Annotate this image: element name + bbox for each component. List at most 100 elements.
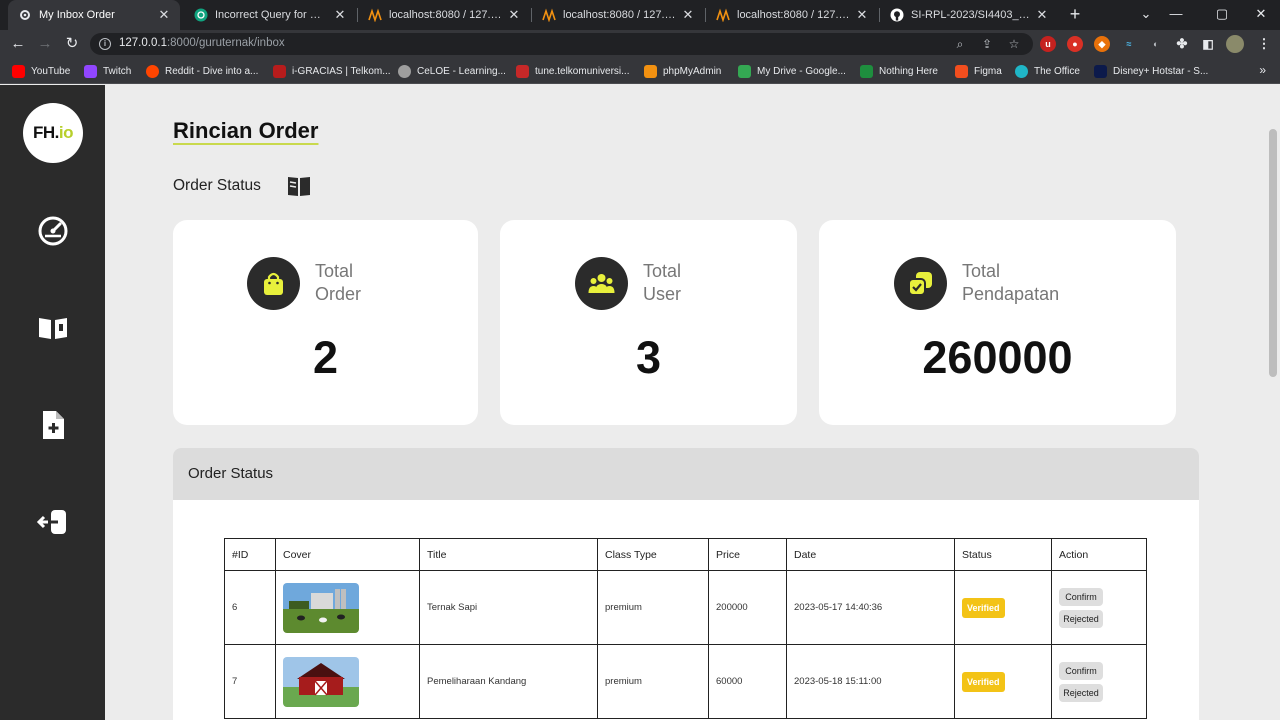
gear-favicon-icon <box>20 10 30 20</box>
bookmark-label: Nothing Here <box>879 65 938 77</box>
back-arrow-icon[interactable]: ← <box>8 34 28 54</box>
card-label: Total User <box>643 260 681 306</box>
browser-tab-phpmyadmin-3[interactable]: localhost:8080 / 127.0.0.1 / ✕ <box>706 0 878 30</box>
telkom-icon <box>516 64 529 78</box>
phpmyadmin-favicon-icon <box>368 8 382 22</box>
status-badge: Verified <box>962 671 1005 692</box>
add-file-icon[interactable] <box>36 408 70 442</box>
browser-tab-phpmyadmin-1[interactable]: localhost:8080 / 127.0.0.1 / ✕ <box>358 0 530 30</box>
profile-avatar-icon[interactable] <box>1226 35 1244 53</box>
status-badge: Verified <box>962 597 1005 618</box>
book-icon[interactable] <box>286 173 312 199</box>
bookmark-the-office[interactable]: The Office <box>1015 63 1080 79</box>
bookmark-star-icon[interactable]: ☆ <box>1006 36 1022 52</box>
confirm-button[interactable]: Confirm <box>1059 661 1103 680</box>
bookmark-label: Disney+ Hotstar - S... <box>1113 65 1209 77</box>
browser-toolbar: ← → ↻ i 127.0.0.1:8000/guruternak/inbox … <box>0 30 1280 58</box>
reddit-icon <box>146 64 159 78</box>
new-tab-plus-icon[interactable]: + <box>1066 5 1084 23</box>
url-path: :8000/guruternak/inbox <box>166 37 285 49</box>
tab-search-chevron-icon[interactable]: ⌄ <box>1136 4 1156 24</box>
bookmark-disney-hotstar[interactable]: Disney+ Hotstar - S... <box>1094 63 1208 79</box>
reader-extension-icon[interactable]: ◐ <box>1148 36 1164 52</box>
share-icon[interactable]: ⇪ <box>979 36 995 52</box>
total-pendapatan-value: 260000 <box>922 332 1073 383</box>
window-close-icon[interactable]: ✕ <box>1251 4 1271 24</box>
close-icon[interactable]: ✕ <box>334 7 346 23</box>
ublock-extension-icon[interactable]: u <box>1040 36 1056 52</box>
close-icon[interactable]: ✕ <box>856 7 868 23</box>
sheets-icon <box>860 64 873 78</box>
logout-icon[interactable] <box>36 505 70 539</box>
bookmark-igracias[interactable]: i-GRACIAS | Telkom... <box>273 63 391 79</box>
confirm-button[interactable]: Confirm <box>1059 587 1103 606</box>
address-bar[interactable]: i 127.0.0.1:8000/guruternak/inbox ⌕ ⇪ ☆ <box>90 33 1033 55</box>
bookmarks-overflow-icon[interactable]: » <box>1259 63 1266 77</box>
shield-extension-icon[interactable]: ● <box>1067 36 1083 52</box>
bookmark-celoe[interactable]: CeLOE - Learning... <box>398 63 506 79</box>
bookmark-label: Reddit - Dive into a... <box>165 65 259 77</box>
reload-icon[interactable]: ↻ <box>62 34 82 54</box>
cell-id: 6 <box>224 570 276 645</box>
bookmark-figma[interactable]: Figma <box>955 63 1002 79</box>
cell-date: 2023-05-17 14:40:36 <box>786 570 955 645</box>
zoom-search-icon[interactable]: ⌕ <box>952 36 968 52</box>
bookmark-label: Twitch <box>103 65 132 77</box>
cows-farm-cover-image <box>283 582 359 633</box>
open-book-icon[interactable] <box>36 311 70 345</box>
bookmark-tune[interactable]: tune.telkomuniversi... <box>516 63 630 79</box>
maximize-icon[interactable]: ▢ <box>1212 4 1232 24</box>
address-url[interactable]: 127.0.0.1:8000/guruternak/inbox <box>119 37 285 49</box>
side-panel-icon[interactable]: ◧ <box>1200 36 1216 52</box>
cell-status: Verified <box>954 644 1052 719</box>
shopping-bag-icon <box>264 272 283 295</box>
cell-action: Confirm Rejected <box>1051 644 1147 719</box>
browser-tab-phpmyadmin-2[interactable]: localhost:8080 / 127.0.0.1 / ✕ <box>532 0 704 30</box>
puzzle-extensions-icon[interactable]: ✤ <box>1174 36 1190 52</box>
phpmyadmin-favicon-icon <box>716 8 730 22</box>
reject-button[interactable]: Rejected <box>1059 683 1103 702</box>
forward-arrow-icon[interactable]: → <box>35 34 55 54</box>
browser-tab-bar: My Inbox Order ✕ Incorrect Query for Ord… <box>0 0 1280 30</box>
total-user-card: Total User 3 <box>500 220 797 425</box>
orders-table: #ID Cover Title Class Type Price Date St… <box>224 538 1147 719</box>
scrollbar-thumb[interactable] <box>1269 129 1277 377</box>
site-info-icon[interactable]: i <box>99 38 111 50</box>
dashboard-speedometer-icon[interactable] <box>36 214 70 248</box>
order-status-panel: Order Status #ID Cover Title Class Type … <box>173 448 1199 720</box>
browser-tab-github[interactable]: SI-RPL-2023/SI4403_A_Farm ✕ <box>880 0 1058 30</box>
close-icon[interactable]: ✕ <box>682 7 694 23</box>
bookmark-nothing-here[interactable]: Nothing Here <box>860 63 938 79</box>
reject-button[interactable]: Rejected <box>1059 609 1103 628</box>
bookmark-phpmyadmin[interactable]: phpMyAdmin <box>644 63 721 79</box>
bookmark-twitch[interactable]: Twitch <box>84 63 131 79</box>
users-badge <box>575 257 628 310</box>
column-header-date: Date <box>786 538 955 571</box>
fox-extension-icon[interactable]: ◆ <box>1094 36 1110 52</box>
close-icon[interactable]: ✕ <box>1036 7 1048 23</box>
browser-tab-incorrect-query[interactable]: Incorrect Query for Orders ✕ <box>184 0 356 30</box>
browser-tab-my-inbox-order[interactable]: My Inbox Order ✕ <box>8 0 180 30</box>
bookmark-google-drive[interactable]: My Drive - Google... <box>738 63 846 79</box>
red-barn-cover-image <box>283 656 359 707</box>
app-logo[interactable]: FH.io <box>23 103 83 163</box>
bookmark-youtube[interactable]: YouTube <box>12 63 70 79</box>
cell-cover <box>275 570 420 645</box>
card-label-line1: Total <box>962 261 1001 281</box>
order-status-row: Order Status <box>173 173 312 199</box>
app-sidebar: FH.io <box>0 85 105 720</box>
tab-title: localhost:8080 / 127.0.0.1 / <box>563 9 676 21</box>
close-icon[interactable]: ✕ <box>508 7 520 23</box>
menu-kebab-icon[interactable]: ⋮ <box>1256 36 1272 52</box>
chatgpt-favicon-icon <box>194 8 208 22</box>
total-order-card: Total Order 2 <box>173 220 478 425</box>
github-favicon-icon <box>890 8 904 22</box>
panel-header: Order Status <box>173 448 1199 500</box>
logo-accent-text: io <box>58 123 74 142</box>
page-scrollbar[interactable] <box>1266 85 1280 720</box>
bookmark-reddit[interactable]: Reddit - Dive into a... <box>146 63 258 79</box>
minimize-icon[interactable]: — <box>1166 4 1186 24</box>
close-icon[interactable]: ✕ <box>158 7 170 23</box>
column-header-status: Status <box>954 538 1052 571</box>
translate-extension-icon[interactable]: ≈ <box>1121 36 1137 52</box>
